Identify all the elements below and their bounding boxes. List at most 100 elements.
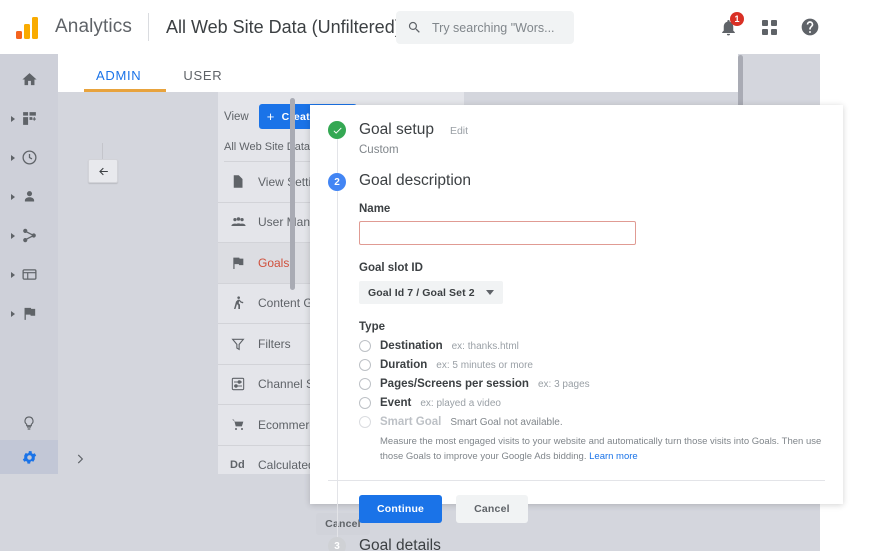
radio-option-duration[interactable]: Duration ex: 5 minutes or more bbox=[359, 359, 843, 371]
step-goal-setup: Goal setup Edit Custom bbox=[310, 105, 843, 156]
notifications-button[interactable]: 1 bbox=[716, 12, 744, 39]
audience-person-icon bbox=[24, 191, 34, 202]
sidebar-item-realtime[interactable] bbox=[0, 138, 58, 177]
flag-icon bbox=[230, 255, 256, 271]
divider bbox=[147, 13, 149, 41]
search-box[interactable]: Try searching "Wors... bbox=[396, 11, 574, 44]
tab-bar: ADMIN USER bbox=[58, 54, 738, 92]
goal-name-input[interactable] bbox=[359, 221, 636, 245]
radio-icon bbox=[359, 416, 371, 428]
realtime-clock-icon bbox=[21, 150, 37, 165]
home-icon bbox=[21, 73, 37, 86]
step3-title: Goal details bbox=[359, 537, 441, 551]
account-name: All Web Site Data (Unfiltered) bbox=[165, 16, 401, 37]
continue-button[interactable]: Continue bbox=[359, 495, 443, 524]
radio-option-smart-goal: Smart Goal Smart Goal not available. bbox=[359, 416, 843, 428]
view-label: View bbox=[224, 110, 249, 123]
dd-metrics-icon: Dd bbox=[230, 459, 245, 472]
goal-slot-id-select[interactable]: Goal Id 7 / Goal Set 2 bbox=[359, 281, 503, 304]
behavior-window-icon bbox=[21, 269, 37, 280]
chevron-down-icon bbox=[485, 290, 494, 295]
goal-creation-dialog: Goal setup Edit Custom 2 Goal descriptio… bbox=[310, 105, 843, 551]
step1-subtitle: Custom bbox=[359, 144, 399, 156]
edit-link[interactable]: Edit bbox=[450, 125, 468, 137]
account-selector[interactable]: All Web Site Data (Unfiltered) bbox=[166, 17, 417, 38]
goal-slot-id-label: Goal slot ID bbox=[359, 262, 423, 274]
step-goal-description: 2 Goal description Name Goal slot ID Goa… bbox=[310, 156, 843, 524]
step1-title: Goal setup bbox=[359, 121, 434, 138]
radio-icon bbox=[359, 397, 371, 409]
smart-goal-description: Measure the most engaged visits to your … bbox=[380, 435, 832, 464]
left-navigation-rail bbox=[0, 54, 58, 474]
admin-gear-icon bbox=[22, 450, 36, 464]
tab-active-underline bbox=[84, 89, 166, 92]
cart-icon bbox=[230, 417, 256, 433]
conversions-flag-icon bbox=[24, 307, 35, 320]
rail-bottom-group bbox=[0, 406, 58, 474]
expand-arrow-icon bbox=[11, 232, 15, 239]
sidebar-item-conversions[interactable] bbox=[0, 294, 58, 333]
customization-icon bbox=[22, 112, 36, 125]
sidebar-item-behavior[interactable] bbox=[0, 255, 58, 294]
sidebar-item-discover[interactable] bbox=[0, 406, 58, 440]
expand-arrow-icon bbox=[11, 154, 15, 161]
radio-option-destination[interactable]: Destination ex: thanks.html bbox=[359, 340, 843, 352]
help-button[interactable] bbox=[798, 15, 822, 39]
panel-scrollbar[interactable] bbox=[290, 98, 295, 290]
radio-label: Pages/Screens per session bbox=[380, 378, 529, 390]
radio-label: Duration bbox=[380, 359, 428, 371]
sidebar-item-home[interactable] bbox=[0, 60, 58, 99]
apps-grid-icon bbox=[761, 19, 777, 35]
radio-hint: ex: thanks.html bbox=[451, 340, 519, 352]
radio-hint: ex: played a video bbox=[420, 397, 501, 409]
step2-title: Goal description bbox=[359, 172, 472, 189]
search-icon bbox=[408, 21, 420, 33]
walk-icon bbox=[230, 295, 256, 311]
learn-more-link[interactable]: Learn more bbox=[589, 451, 638, 462]
funnel-icon bbox=[230, 336, 256, 352]
acquisition-share-icon bbox=[22, 228, 36, 243]
radio-label: Destination bbox=[380, 340, 443, 352]
chevron-right-icon bbox=[77, 454, 84, 463]
back-arrow-icon bbox=[98, 167, 108, 175]
analytics-logo-icon bbox=[16, 15, 42, 39]
check-icon bbox=[328, 121, 346, 139]
dialog-cancel-button[interactable]: Cancel bbox=[456, 495, 528, 524]
sidebar-item-admin[interactable] bbox=[0, 440, 58, 474]
brand-title: Analytics bbox=[55, 16, 132, 37]
app-root: Analytics All Web Site Data (Unfiltered)… bbox=[0, 0, 877, 551]
step3-number: 3 bbox=[328, 537, 346, 551]
notification-badge: 1 bbox=[730, 12, 744, 26]
radio-option-event[interactable]: Event ex: played a video bbox=[359, 397, 843, 409]
help-circle-icon bbox=[801, 18, 819, 36]
expand-sidebar-button[interactable] bbox=[58, 443, 102, 474]
tab-user[interactable]: USER bbox=[171, 68, 234, 92]
step-goal-details[interactable]: 3 Goal details bbox=[310, 523, 843, 551]
radio-hint: ex: 5 minutes or more bbox=[436, 359, 533, 371]
radio-hint: Smart Goal not available. bbox=[450, 416, 563, 428]
radio-hint: ex: 3 pages bbox=[537, 378, 590, 390]
settings-item-label: Filters bbox=[258, 336, 291, 351]
divider bbox=[328, 480, 825, 482]
expand-arrow-icon bbox=[11, 115, 15, 122]
sidebar-item-acquisition[interactable] bbox=[0, 216, 58, 255]
radio-label: Event bbox=[380, 397, 412, 409]
type-label: Type bbox=[359, 321, 385, 333]
expand-arrow-icon bbox=[11, 310, 15, 317]
back-button[interactable] bbox=[88, 159, 118, 183]
search-placeholder: Try searching "Wors... bbox=[432, 20, 555, 35]
back-connector-line bbox=[102, 143, 103, 159]
radio-option-pages-screens-per-session[interactable]: Pages/Screens per session ex: 3 pages bbox=[359, 378, 843, 390]
people-icon bbox=[230, 214, 256, 231]
step2-number: 2 bbox=[328, 173, 346, 191]
sliders-icon bbox=[230, 376, 256, 392]
radio-icon bbox=[359, 378, 371, 390]
apps-button[interactable] bbox=[757, 15, 781, 39]
radio-icon bbox=[359, 340, 371, 352]
sidebar-item-audience[interactable] bbox=[0, 177, 58, 216]
sidebar-item-customization[interactable] bbox=[0, 99, 58, 138]
settings-item-label: Goals bbox=[258, 255, 290, 270]
top-bar: Analytics All Web Site Data (Unfiltered)… bbox=[0, 0, 877, 54]
expand-arrow-icon bbox=[11, 193, 15, 200]
name-label: Name bbox=[359, 203, 391, 215]
